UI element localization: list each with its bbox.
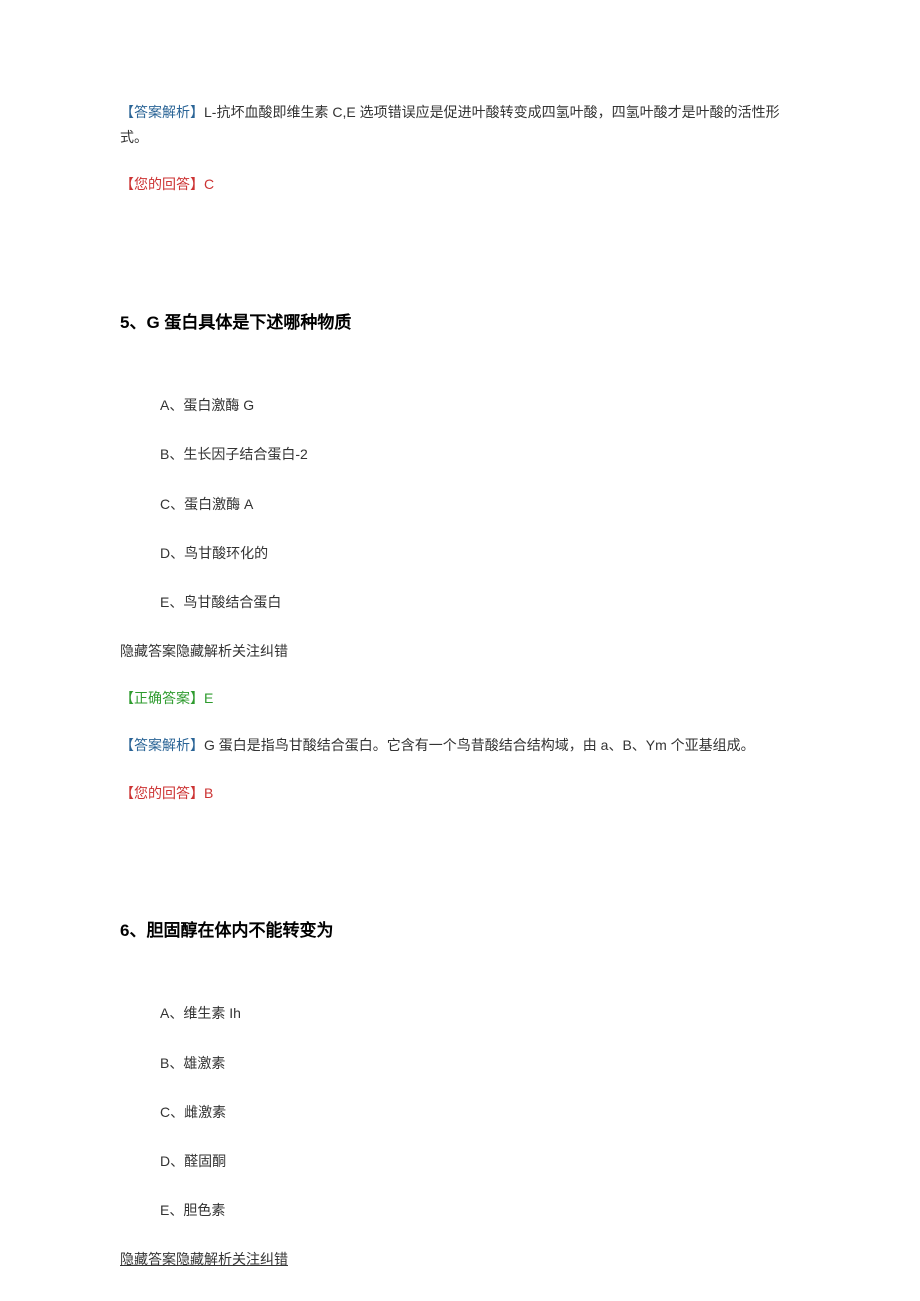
- q6-option-a[interactable]: A、维生素 Ih: [160, 1001, 800, 1026]
- q6-title-text: 胆固醇在体内不能转变为: [146, 921, 333, 940]
- q6-option-b[interactable]: B、雄激素: [160, 1051, 800, 1076]
- q5-option-b[interactable]: B、生长因子结合蛋白-2: [160, 442, 800, 467]
- q4-your-answer: 【您的回答】C: [120, 172, 800, 197]
- your-answer-value: B: [204, 785, 213, 801]
- q5-title-text: G 蛋白具体是下述哪种物质: [146, 313, 351, 332]
- q5-option-e[interactable]: E、鸟甘酸结合蛋白: [160, 590, 800, 615]
- answer-analysis-label: 【答案解析】: [120, 104, 204, 120]
- q5-your-answer: 【您的回答】B: [120, 781, 800, 806]
- q5-number: 5、: [120, 313, 146, 332]
- q6-option-d[interactable]: D、醛固酮: [160, 1149, 800, 1174]
- q6-option-e[interactable]: E、胆色素: [160, 1198, 800, 1223]
- answer-analysis-text: G 蛋白是指鸟甘酸结合蛋白。它含有一个鸟昔酸结合结构域，由 a、B、Ym 个亚基…: [204, 737, 755, 753]
- q6-actions[interactable]: 隐藏答案隐藏解析关注纠错: [120, 1247, 800, 1272]
- your-answer-value: C: [204, 176, 214, 192]
- answer-analysis-label: 【答案解析】: [120, 737, 204, 753]
- q4-tail: 【答案解析】L-抗坏血酸即维生素 C,E 选项错误应是促进叶酸转变成四氢叶酸，四…: [120, 100, 800, 198]
- q5-correct: 【正确答案】E: [120, 686, 800, 711]
- correct-answer-value: E: [204, 690, 213, 706]
- your-answer-label: 【您的回答】: [120, 785, 204, 801]
- q5-actions[interactable]: 隐藏答案隐藏解析关注纠错: [120, 639, 800, 664]
- your-answer-label: 【您的回答】: [120, 176, 204, 192]
- answer-analysis-text: L-抗坏血酸即维生素 C,E 选项错误应是促进叶酸转变成四氢叶酸，四氢叶酸才是叶…: [120, 104, 780, 145]
- correct-answer-label: 【正确答案】: [120, 690, 204, 706]
- q6-block: 6、胆固醇在体内不能转变为 A、维生素 Ih B、雄激素 C、雌激素 D、醛固酮…: [120, 916, 800, 1273]
- q5-analysis: 【答案解析】G 蛋白是指鸟甘酸结合蛋白。它含有一个鸟昔酸结合结构域，由 a、B、…: [120, 733, 800, 758]
- q6-options: A、维生素 Ih B、雄激素 C、雌激素 D、醛固酮 E、胆色素: [120, 1001, 800, 1223]
- q5-option-a[interactable]: A、蛋白激酶 G: [160, 393, 800, 418]
- q5-options: A、蛋白激酶 G B、生长因子结合蛋白-2 C、蛋白激酶 A D、鸟甘酸环化的 …: [120, 393, 800, 615]
- q6-number: 6、: [120, 921, 146, 940]
- q6-option-c[interactable]: C、雌激素: [160, 1100, 800, 1125]
- q5-option-d[interactable]: D、鸟甘酸环化的: [160, 541, 800, 566]
- q6-title: 6、胆固醇在体内不能转变为: [120, 916, 800, 947]
- q5-block: 5、G 蛋白具体是下述哪种物质 A、蛋白激酶 G B、生长因子结合蛋白-2 C、…: [120, 308, 800, 806]
- q4-analysis: 【答案解析】L-抗坏血酸即维生素 C,E 选项错误应是促进叶酸转变成四氢叶酸，四…: [120, 100, 800, 150]
- q5-title: 5、G 蛋白具体是下述哪种物质: [120, 308, 800, 339]
- q5-option-c[interactable]: C、蛋白激酶 A: [160, 492, 800, 517]
